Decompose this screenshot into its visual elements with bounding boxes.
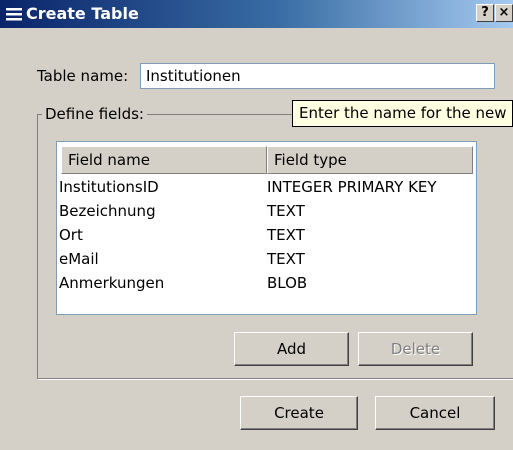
table-row[interactable]: Anmerkungen BLOB xyxy=(59,271,473,295)
column-header-field-name[interactable]: Field name xyxy=(61,146,267,174)
table-row[interactable]: eMail TEXT xyxy=(59,247,473,271)
field-type-cell: TEXT xyxy=(267,250,305,268)
create-button[interactable]: Create xyxy=(240,396,358,430)
table-row[interactable]: Bezeichnung TEXT xyxy=(59,199,473,223)
table-name-input[interactable]: Institutionen xyxy=(140,63,495,89)
tooltip: Enter the name for the new xyxy=(292,100,513,127)
help-button[interactable]: ? xyxy=(476,4,494,22)
field-name-cell: Anmerkungen xyxy=(59,274,165,292)
delete-button[interactable]: Delete xyxy=(358,332,473,366)
field-type-cell: INTEGER PRIMARY KEY xyxy=(267,178,437,196)
field-type-cell: TEXT xyxy=(267,226,305,244)
define-fields-legend: Define fields: xyxy=(42,105,147,123)
field-name-cell: Ort xyxy=(59,226,83,244)
title-bar[interactable]: Create Table ? × xyxy=(0,0,513,28)
table-icon xyxy=(6,8,22,21)
table-row[interactable]: Ort TEXT xyxy=(59,223,473,247)
close-button[interactable]: × xyxy=(495,4,513,22)
fields-list[interactable]: Field name Field type InstitutionsID INT… xyxy=(56,141,477,315)
column-header-field-type[interactable]: Field type xyxy=(267,146,473,174)
add-button[interactable]: Add xyxy=(234,332,349,366)
window-title: Create Table xyxy=(26,4,139,23)
fields-header: Field name Field type xyxy=(61,146,473,174)
table-row[interactable]: InstitutionsID INTEGER PRIMARY KEY xyxy=(59,175,473,199)
field-type-cell: BLOB xyxy=(267,274,308,292)
field-name-cell: Bezeichnung xyxy=(59,202,156,220)
field-name-cell: InstitutionsID xyxy=(59,178,159,196)
cancel-button[interactable]: Cancel xyxy=(375,396,495,430)
table-name-label: Table name: xyxy=(37,67,129,85)
field-name-cell: eMail xyxy=(59,250,99,268)
field-type-cell: TEXT xyxy=(267,202,305,220)
